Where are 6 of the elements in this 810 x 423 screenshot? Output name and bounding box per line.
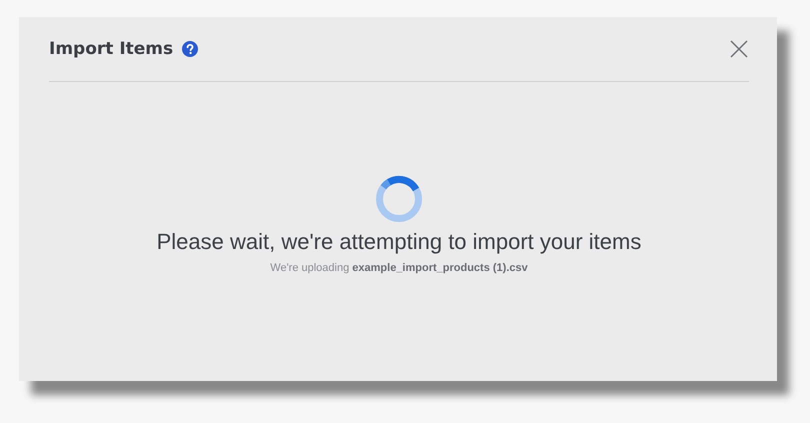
help-icon[interactable] <box>182 41 198 57</box>
status-heading: Please wait, we're attempting to import your items <box>156 229 642 255</box>
close-icon[interactable] <box>730 40 748 58</box>
loading-spinner-icon <box>375 175 423 223</box>
upload-message: We're uploading example_import_products (1).csv <box>270 262 528 274</box>
dialog-title: Import Items <box>49 39 174 59</box>
